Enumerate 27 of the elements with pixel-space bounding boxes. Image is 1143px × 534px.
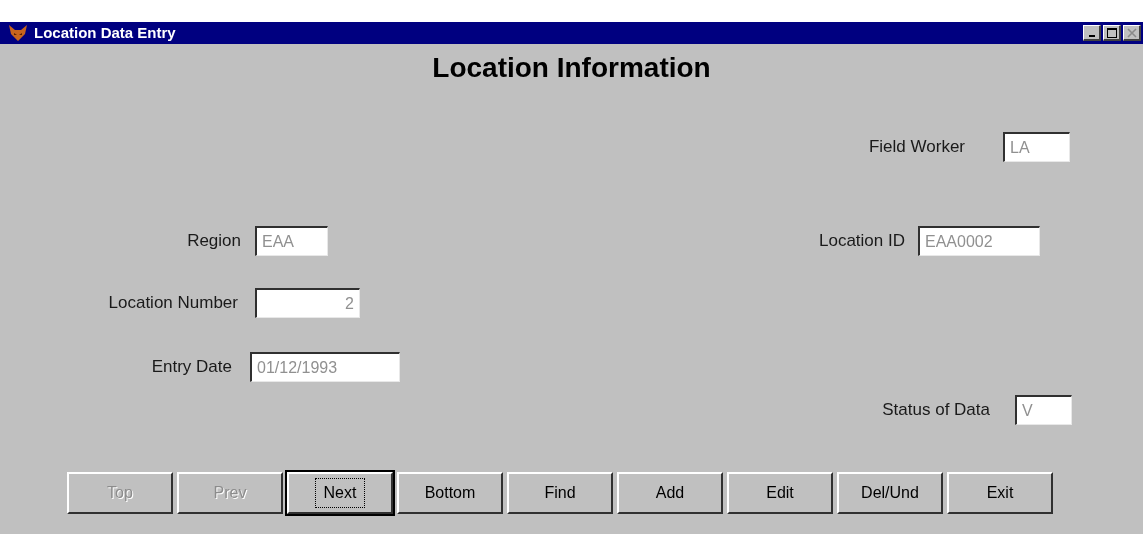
- toolbar-button[interactable]: Edit: [727, 472, 833, 514]
- text-field[interactable]: EAA0002: [918, 226, 1040, 256]
- text-field[interactable]: LA: [1003, 132, 1070, 162]
- fox-icon: [8, 24, 28, 42]
- maximize-button[interactable]: [1103, 25, 1121, 41]
- toolbar-button[interactable]: Exit: [947, 472, 1053, 514]
- toolbar-button[interactable]: Del/Und: [837, 472, 943, 514]
- field-label: Region: [187, 230, 241, 252]
- field-label: Field Worker: [868, 136, 965, 158]
- minimize-icon: [1088, 34, 1095, 37]
- maximize-icon: [1106, 27, 1117, 38]
- toolbar-button[interactable]: Next: [287, 472, 393, 514]
- field-label: Location ID: [819, 230, 905, 252]
- window-title: Location Data Entry: [34, 22, 176, 43]
- field-label: Entry Date: [151, 356, 232, 378]
- field-label: Location Number: [108, 292, 238, 314]
- toolbar-button[interactable]: Find: [507, 472, 613, 514]
- minimize-button[interactable]: [1083, 25, 1101, 41]
- toolbar-button[interactable]: Bottom: [397, 472, 503, 514]
- text-field[interactable]: EAA: [255, 226, 328, 256]
- text-field[interactable]: 01/12/1993: [250, 352, 400, 382]
- close-icon: [1126, 27, 1137, 38]
- text-field[interactable]: 2: [255, 288, 360, 318]
- form-heading: Location Information: [432, 51, 711, 85]
- toolbar-button[interactable]: Add: [617, 472, 723, 514]
- field-label: Status of Data: [882, 399, 990, 421]
- text-field[interactable]: V: [1015, 395, 1072, 425]
